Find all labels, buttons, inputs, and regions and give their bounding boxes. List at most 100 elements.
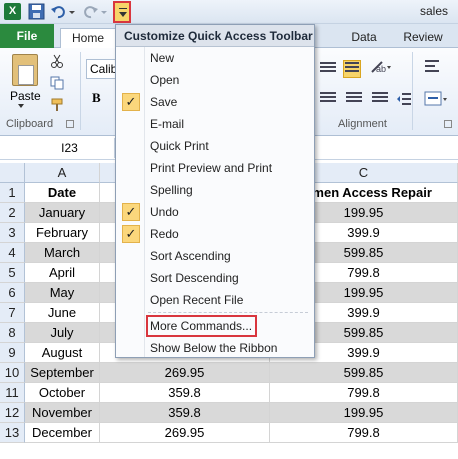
cell-a[interactable]: October — [25, 383, 100, 403]
menu-item-label: Open Recent File — [150, 293, 244, 307]
row-header[interactable]: 9 — [0, 343, 25, 363]
bold-button[interactable]: B — [92, 90, 101, 106]
row-header[interactable]: 1 — [0, 183, 25, 203]
row-header[interactable]: 3 — [0, 223, 25, 243]
menu-item[interactable]: New — [116, 47, 314, 69]
cell-b[interactable]: 269.95 — [100, 423, 270, 443]
table-row: 10 September 269.95 599.85 — [0, 363, 458, 383]
excel-app-icon[interactable]: X — [4, 3, 21, 20]
cell-b[interactable]: 359.8 — [100, 403, 270, 423]
menu-item[interactable]: Open — [116, 69, 314, 91]
menu-item-label: Spelling — [150, 183, 193, 197]
menu-item[interactable]: Show Below the Ribbon — [116, 337, 314, 359]
cell-c[interactable]: 799.8 — [270, 383, 458, 403]
row-header[interactable]: 10 — [0, 363, 25, 383]
undo-dropdown-icon[interactable] — [68, 3, 76, 20]
row-header[interactable]: 8 — [0, 323, 25, 343]
cut-icon[interactable] — [50, 54, 64, 68]
checkmark-icon: ✓ — [122, 225, 140, 243]
menu-item-label: E-mail — [150, 117, 185, 131]
table-row: 13 December 269.95 799.8 — [0, 423, 458, 443]
font-name-box[interactable]: Calib — [86, 59, 116, 79]
cell-a[interactable]: September — [25, 363, 100, 383]
menu-item[interactable]: E-mail — [116, 113, 314, 135]
cell-a[interactable]: January — [25, 203, 100, 223]
copy-icon[interactable] — [50, 76, 64, 90]
paste-button-label[interactable]: Paste — [10, 89, 41, 103]
align-middle-icon[interactable] — [343, 60, 361, 78]
alignment-dialog-launcher-icon[interactable] — [444, 120, 452, 128]
row-header[interactable]: 4 — [0, 243, 25, 263]
checkmark-icon: ✓ — [122, 203, 140, 221]
cell-a[interactable]: July — [25, 323, 100, 343]
row-header[interactable]: 13 — [0, 423, 25, 443]
tab-data[interactable]: Data — [342, 28, 386, 48]
customize-qat-dropdown-button[interactable] — [113, 1, 131, 23]
orientation-icon[interactable]: ab — [370, 60, 392, 74]
menu-item[interactable]: Spelling — [116, 179, 314, 201]
cell-a[interactable]: November — [25, 403, 100, 423]
format-painter-icon[interactable] — [50, 98, 64, 112]
row-header[interactable]: 6 — [0, 283, 25, 303]
cell-c[interactable]: 799.8 — [270, 423, 458, 443]
menu-item-label: New — [150, 51, 175, 65]
menu-item[interactable]: ✓ Redo — [116, 223, 314, 245]
menu-item[interactable]: Open Recent File — [116, 289, 314, 311]
cell-a[interactable]: April — [25, 263, 100, 283]
redo-dropdown-icon[interactable] — [100, 3, 108, 20]
menu-item[interactable]: Print Preview and Print — [116, 157, 314, 179]
customize-qat-menu: Customize Quick Access Toolbar New Open ✓ S… — [115, 24, 315, 358]
paste-icon[interactable] — [12, 54, 38, 86]
dialog-launcher-icon[interactable] — [66, 120, 74, 128]
name-box[interactable]: I23 — [25, 138, 115, 158]
menu-item[interactable]: ✓ Undo — [116, 201, 314, 223]
more-commands-highlight — [146, 315, 257, 337]
row-header[interactable]: 5 — [0, 263, 25, 283]
menu-item[interactable]: Sort Ascending — [116, 245, 314, 267]
cell-a1[interactable]: Date — [25, 183, 100, 203]
cell-a[interactable]: June — [25, 303, 100, 323]
menu-item[interactable]: Sort Descending — [116, 267, 314, 289]
tab-file[interactable]: File — [0, 24, 54, 48]
cell-a[interactable]: February — [25, 223, 100, 243]
menu-item-label: Print Preview and Print — [150, 161, 273, 175]
merge-center-icon[interactable] — [424, 90, 448, 108]
cell-a[interactable]: December — [25, 423, 100, 443]
cell-c[interactable]: 599.85 — [270, 363, 458, 383]
clipboard-group-label: Clipboard — [6, 118, 54, 130]
tab-review[interactable]: Review — [398, 28, 448, 48]
cell-b[interactable]: 269.95 — [100, 363, 270, 383]
menu-item-label: Save — [150, 95, 178, 109]
menu-item[interactable]: ✓ Save — [116, 91, 314, 113]
cell-a[interactable]: August — [25, 343, 100, 363]
menu-title: Customize Quick Access Toolbar — [116, 25, 314, 47]
row-header[interactable]: 7 — [0, 303, 25, 323]
menu-item-label: Sort Descending — [150, 271, 239, 285]
row-header[interactable]: 11 — [0, 383, 25, 403]
menu-item-label: Redo — [150, 227, 179, 241]
table-row: 11 October 359.8 799.8 — [0, 383, 458, 403]
row-header[interactable]: 2 — [0, 203, 25, 223]
select-all-corner[interactable] — [0, 163, 25, 183]
menu-item[interactable]: Quick Print — [116, 135, 314, 157]
align-right-icon[interactable] — [372, 92, 388, 106]
undo-icon[interactable] — [50, 3, 67, 20]
align-left-icon[interactable] — [320, 92, 336, 106]
cell-a[interactable]: May — [25, 283, 100, 303]
tab-home[interactable]: Home — [60, 28, 116, 48]
cell-a[interactable]: March — [25, 243, 100, 263]
chevron-down-icon — [119, 12, 127, 17]
save-icon[interactable] — [28, 3, 45, 20]
row-header[interactable]: 12 — [0, 403, 25, 423]
align-top-icon[interactable] — [320, 62, 336, 76]
decrease-indent-icon[interactable] — [396, 92, 412, 106]
paste-dropdown-icon[interactable] — [18, 104, 24, 108]
column-header-a[interactable]: A — [25, 163, 100, 183]
wrap-text-icon[interactable] — [424, 58, 442, 76]
menu-item-label: Sort Ascending — [150, 249, 231, 263]
menu-item-label: Open — [150, 73, 180, 87]
align-center-icon[interactable] — [346, 92, 362, 106]
cell-c[interactable]: 199.95 — [270, 403, 458, 423]
cell-b[interactable]: 359.8 — [100, 383, 270, 403]
redo-icon[interactable] — [82, 3, 99, 20]
